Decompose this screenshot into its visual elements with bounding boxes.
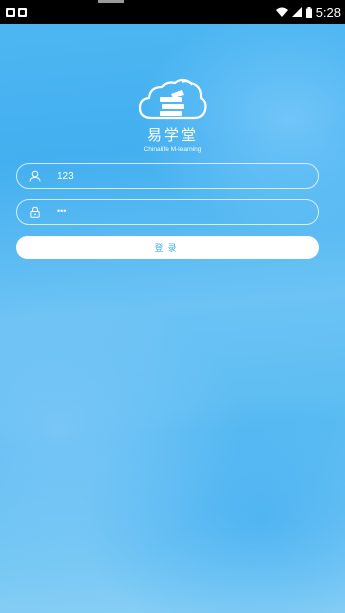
signal-icon <box>291 7 302 17</box>
cloud-book-icon <box>138 78 207 120</box>
android-debug-icon <box>18 7 27 17</box>
password-field[interactable]: ••• <box>16 199 319 225</box>
app-logo: 易学堂 Chinalife M-learning <box>0 78 345 153</box>
wifi-icon <box>275 7 288 17</box>
status-divider <box>98 0 124 3</box>
user-icon <box>17 170 53 182</box>
app-subtitle: Chinalife M-learning <box>143 146 202 153</box>
login-button[interactable]: 登录 <box>16 236 319 259</box>
app-title: 易学堂 <box>146 126 198 144</box>
status-time: 5:28 <box>315 4 341 20</box>
lock-icon <box>17 206 53 218</box>
notification-indicator-icon <box>6 7 15 17</box>
username-input[interactable]: 123 <box>57 171 74 182</box>
password-input[interactable]: ••• <box>57 206 66 216</box>
status-bar: 5:28 <box>0 0 345 24</box>
battery-icon <box>305 6 312 18</box>
username-field[interactable]: 123 <box>16 163 319 189</box>
